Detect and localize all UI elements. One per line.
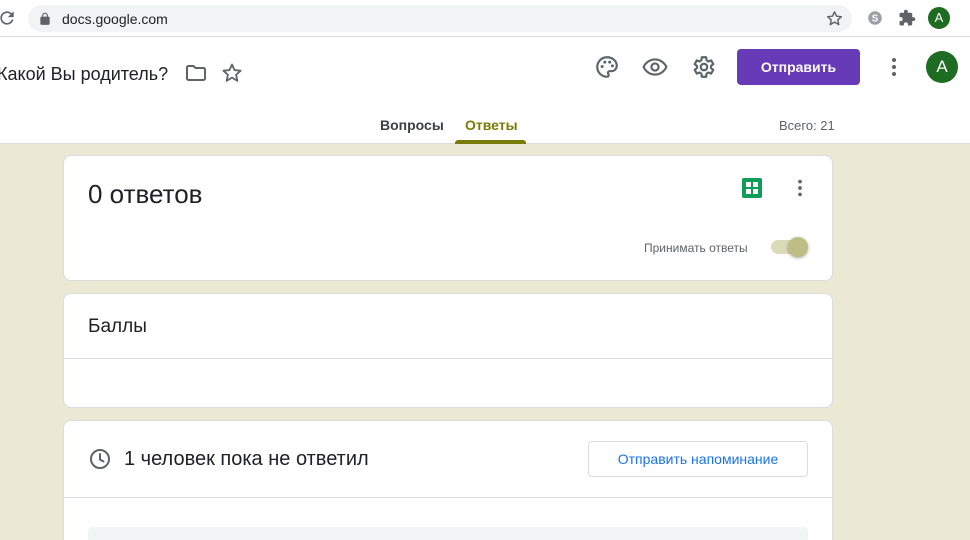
url-text: docs.google.com (62, 11, 168, 27)
address-bar[interactable]: docs.google.com (28, 5, 852, 32)
scores-card: Баллы (63, 293, 833, 408)
more-vert-icon[interactable] (789, 177, 811, 199)
browser-toolbar: docs.google.com S A (0, 0, 970, 37)
send-reminder-button[interactable]: Отправить напоминание (588, 441, 808, 477)
star-icon[interactable] (220, 61, 244, 85)
list-item (88, 527, 808, 540)
reload-icon[interactable] (0, 8, 17, 28)
tab-responses[interactable]: Ответы (465, 117, 518, 133)
folder-icon[interactable] (184, 61, 208, 85)
scores-title: Баллы (88, 316, 147, 337)
send-button[interactable]: Отправить (737, 49, 860, 85)
extensions-icon[interactable] (898, 9, 916, 27)
palette-icon[interactable] (594, 54, 620, 80)
pending-respondents-text: 1 человек пока не ответил (124, 448, 369, 470)
star-icon[interactable] (825, 9, 844, 28)
toggle-knob (788, 237, 808, 257)
pending-respondents-card: 1 человек пока не ответил Отправить напо… (63, 420, 833, 540)
total-points: Всего: 21 (779, 118, 835, 133)
svg-text:S: S (872, 13, 879, 24)
account-avatar[interactable]: A (926, 51, 958, 83)
lock-icon (40, 12, 50, 25)
eye-icon[interactable] (642, 54, 668, 80)
forms-header: Какой Вы родитель? Отправить A Вопросы О… (0, 37, 970, 144)
responses-count: 0 ответов (88, 179, 203, 209)
accepting-responses-label: Принимать ответы (644, 241, 748, 255)
tab-questions[interactable]: Вопросы (380, 117, 444, 133)
responses-summary-card: 0 ответов Принимать ответы (63, 155, 833, 281)
more-vert-icon[interactable] (882, 55, 906, 79)
sheets-icon[interactable] (742, 178, 762, 198)
accepting-responses-toggle[interactable] (771, 237, 808, 257)
gear-icon[interactable] (690, 54, 716, 80)
active-tab-indicator (455, 140, 526, 144)
form-title[interactable]: Какой Вы родитель? (0, 64, 168, 85)
divider (64, 497, 832, 498)
clock-icon (90, 449, 110, 469)
skype-icon[interactable]: S (866, 9, 884, 27)
divider (64, 358, 832, 359)
browser-profile-avatar[interactable]: A (928, 7, 950, 29)
